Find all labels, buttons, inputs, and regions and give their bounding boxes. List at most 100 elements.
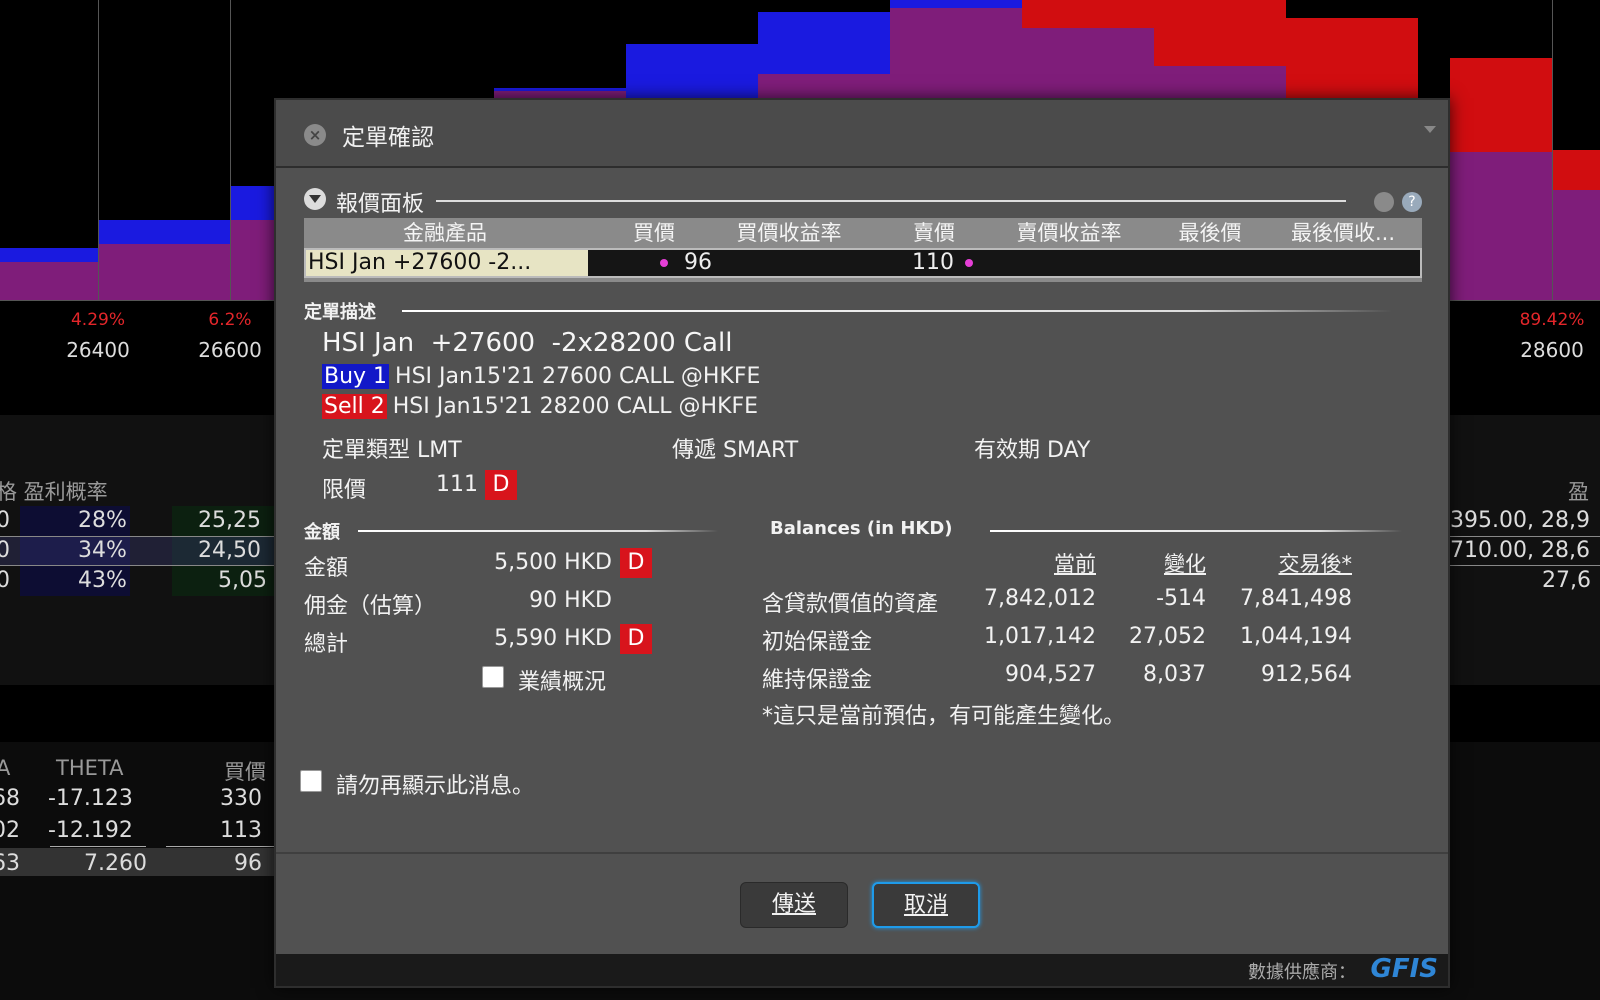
column-header[interactable]: 最後價收... [1268, 218, 1418, 248]
background-text: 0 [0, 568, 10, 593]
amount-heading: 金額 [304, 522, 340, 543]
dialog-footer: 數據供應商： GFIS [276, 954, 1448, 986]
chart-bar [1552, 150, 1600, 300]
background-text: 27,6 [1542, 568, 1591, 593]
order-leg: Buy 1 HSI Jan15'21 27600 CALL @HKFE [322, 364, 761, 389]
chart-bar [1286, 18, 1418, 98]
background-text: 24,50 [198, 538, 261, 563]
quote-table: 金融產品 買價 買價收益率 賣價 賣價收益率 最後價 最後價收... HSI J… [304, 218, 1422, 282]
background-text: 7.260 [84, 851, 147, 876]
dialog-titlebar[interactable]: × 定單確認 [276, 100, 1448, 168]
chart-bar [1154, 0, 1286, 98]
order-title: HSI Jan +27600 -2x28200 Call [322, 328, 733, 358]
column-header[interactable]: 賣價 [884, 218, 984, 248]
balance-value: 27,052 [1129, 624, 1206, 649]
chart-bar [494, 88, 626, 98]
amount-value: 5,500 HKD [494, 550, 612, 575]
strike-label: 26400 [66, 338, 130, 362]
chart-bar [230, 186, 274, 300]
bid-price[interactable]: 96 [684, 250, 712, 276]
background-text: 0 [0, 508, 10, 533]
balance-value: -514 [1156, 586, 1206, 611]
d-badge[interactable]: D [620, 548, 652, 578]
balance-value: 7,842,012 [984, 586, 1096, 611]
background-text: 5,05 [218, 568, 267, 593]
section-divider [990, 530, 1402, 532]
column-header[interactable]: 買價 [604, 218, 704, 248]
balance-value: 912,564 [1261, 662, 1352, 687]
close-icon[interactable]: × [304, 124, 326, 146]
performance-checkbox[interactable] [482, 666, 504, 688]
estimate-note: *這只是當前預估，有可能產生變化。 [762, 704, 1126, 729]
cancel-button[interactable]: 取消 [872, 882, 980, 928]
grid-line [1552, 0, 1553, 300]
greek-underline [50, 846, 146, 847]
left-table-header: 格 盈利概率 [0, 480, 108, 504]
greek-underline [166, 846, 274, 847]
chart-bar [1450, 58, 1552, 300]
chart-bar [0, 248, 98, 300]
background-text: 02 [0, 818, 20, 843]
background-text: 96 [234, 851, 262, 876]
background-text: 28% [78, 508, 127, 533]
section-divider [402, 310, 1392, 312]
dont-show-label[interactable]: 請勿再顯示此消息。 [336, 768, 534, 800]
d-badge[interactable]: D [620, 624, 652, 654]
total-value: 5,590 HKD [494, 626, 612, 651]
ask-price[interactable]: 110 [912, 250, 954, 276]
row-label: 維持保證金 [762, 668, 873, 693]
performance-label[interactable]: 業績概況 [518, 664, 606, 696]
background-text: -17.123 [48, 786, 133, 811]
balance-value: 904,527 [1005, 662, 1096, 687]
column-header[interactable]: 買價收益率 [714, 218, 864, 248]
background-text: THETA [56, 756, 124, 780]
strike-label: 26600 [198, 338, 262, 362]
balance-value: 1,017,142 [984, 624, 1096, 649]
d-badge[interactable]: D [485, 470, 517, 500]
column-header[interactable]: 最後價 [1160, 218, 1260, 248]
balance-value: 1,044,194 [1240, 624, 1352, 649]
balances-heading: Balances (in HKD) [770, 518, 953, 539]
chart-bar [626, 44, 758, 98]
time-in-force: 有效期 DAY [974, 438, 1091, 463]
product-cell[interactable]: HSI Jan +27600 -2... [306, 250, 588, 276]
background-text: 43% [78, 568, 127, 593]
buy-tag: Buy 1 [322, 364, 390, 389]
sell-tag: Sell 2 [322, 394, 387, 419]
provider-label: 數據供應商： [1248, 962, 1356, 983]
dont-show-checkbox[interactable] [300, 770, 322, 792]
col-change: 變化 [1164, 552, 1206, 576]
column-header[interactable]: 賣價收益率 [994, 218, 1144, 248]
row-label: 初始保證金 [762, 630, 873, 655]
background-text: 395.00, 28,9 [1450, 508, 1590, 533]
quote-panel-title: 報價面板 [336, 192, 425, 217]
background-text: 34% [78, 538, 127, 563]
background-text: 0 [0, 538, 10, 563]
probability-label: 89.42% [1519, 310, 1585, 330]
background-text: 710.00, 28,6 [1450, 538, 1590, 563]
chevron-down-icon[interactable] [1424, 126, 1436, 133]
background-text: 盈 [1568, 480, 1589, 504]
collapse-toggle-icon[interactable] [304, 188, 326, 210]
divider [276, 852, 1448, 854]
table-row[interactable]: HSI Jan +27600 -2... 96 110 [304, 248, 1422, 278]
ask-dot-icon [965, 259, 973, 267]
help-icon[interactable]: ? [1402, 192, 1422, 212]
row-label: 含貸款價值的資產 [762, 592, 939, 617]
order-desc-heading: 定單描述 [304, 302, 376, 323]
column-header[interactable]: 金融產品 [304, 218, 586, 248]
background-text: 68 [0, 786, 20, 811]
chart-bar [98, 220, 230, 300]
search-icon[interactable] [1374, 192, 1394, 212]
send-button[interactable]: 傳送 [740, 882, 848, 928]
chart-bar [758, 12, 890, 98]
grid-line [98, 0, 99, 300]
gfis-logo: GFIS [1370, 954, 1438, 984]
probability-label: 4.29% [70, 310, 126, 330]
background-text: 63 [0, 851, 20, 876]
chart-bar [890, 0, 1022, 98]
bid-dot-icon [660, 259, 668, 267]
col-current: 當前 [1054, 552, 1096, 576]
order-type: 定單類型 LMT [322, 438, 462, 463]
order-confirmation-dialog: × 定單確認 報價面板 ? 金融產品 買價 買價收益率 賣價 賣價收益率 最後價… [274, 98, 1450, 988]
